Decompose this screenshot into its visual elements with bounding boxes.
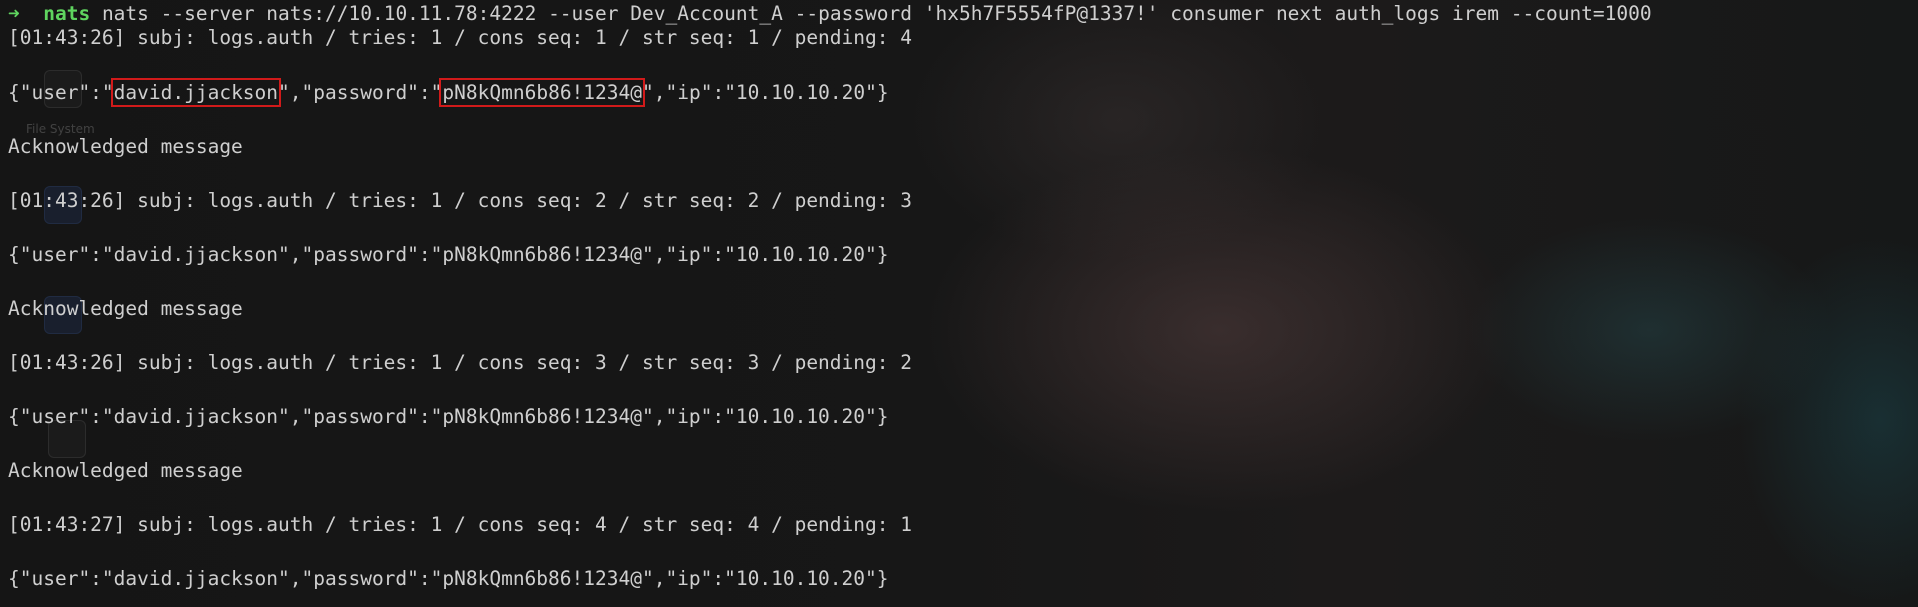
prompt-arrow-icon: ➜ bbox=[8, 2, 20, 25]
command-name: nats bbox=[43, 2, 91, 25]
command-arguments: nats --server nats://10.10.11.78:4222 --… bbox=[90, 2, 1652, 25]
highlighted-username: david.jjackson bbox=[110, 78, 282, 107]
payload-prefix: {"user":" bbox=[8, 81, 114, 104]
command-line: ➜ nats nats --server nats://10.10.11.78:… bbox=[8, 2, 1652, 26]
payload-middle: ","password":" bbox=[278, 81, 443, 104]
message-header: [01:43:26] subj: logs.auth / tries: 1 / … bbox=[8, 189, 912, 212]
highlighted-password: pN8kQmn6b86!1234@ bbox=[439, 78, 646, 107]
message-payload: {"user":"david.jjackson","password":"pN8… bbox=[8, 405, 889, 428]
message-header: [01:43:26] subj: logs.auth / tries: 1 / … bbox=[8, 26, 912, 49]
message-payload: {"user":"david.jjackson","password":"pN8… bbox=[8, 78, 889, 107]
ack-line: Acknowledged message bbox=[8, 135, 243, 158]
payload-suffix: ","ip":"10.10.10.20"} bbox=[642, 81, 889, 104]
message-payload: {"user":"david.jjackson","password":"pN8… bbox=[8, 567, 889, 590]
message-header: [01:43:27] subj: logs.auth / tries: 1 / … bbox=[8, 513, 912, 536]
message-payload: {"user":"david.jjackson","password":"pN8… bbox=[8, 243, 889, 266]
terminal-window[interactable]: File System ➜ nats nats --server nats://… bbox=[0, 0, 1918, 607]
ack-line: Acknowledged message bbox=[8, 459, 243, 482]
message-header: [01:43:26] subj: logs.auth / tries: 1 / … bbox=[8, 351, 912, 374]
file-system-label: File System bbox=[26, 122, 95, 136]
ack-line: Acknowledged message bbox=[8, 297, 243, 320]
